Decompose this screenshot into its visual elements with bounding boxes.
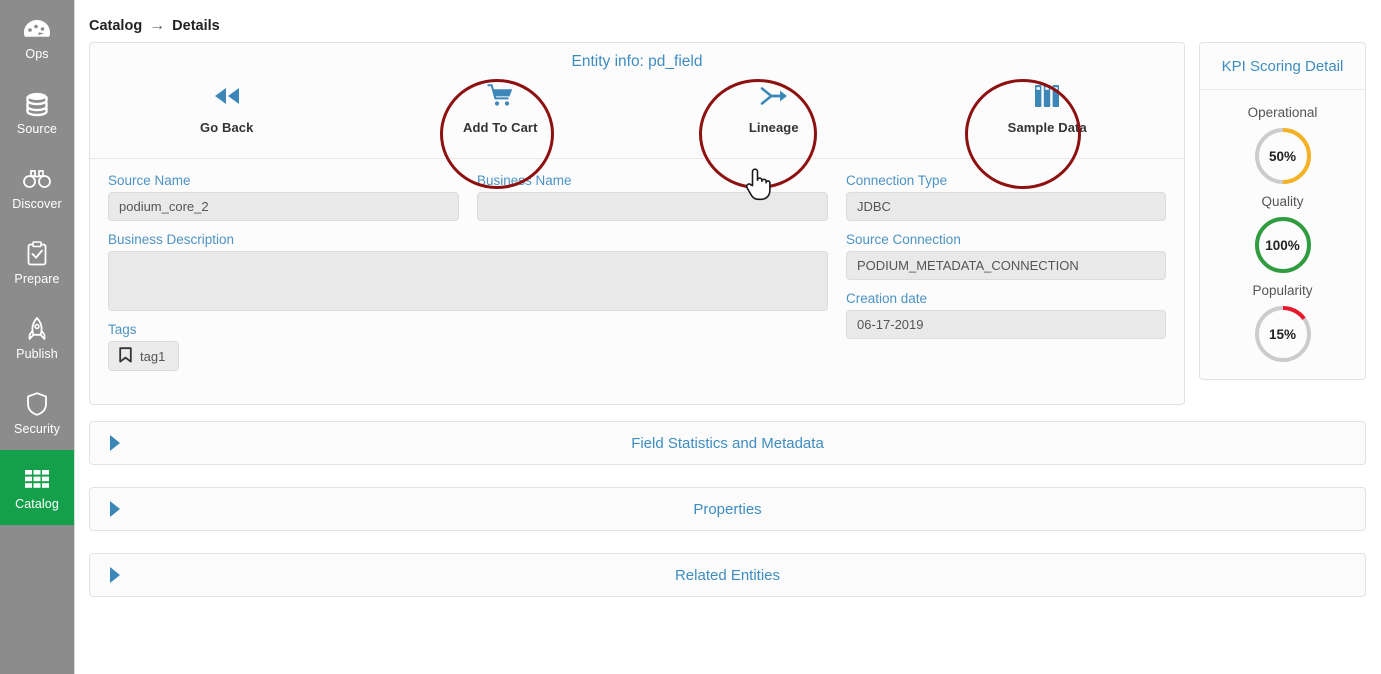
detail-row: Entity info: pd_field Go Back	[89, 42, 1367, 405]
action-label: Sample Data	[1008, 120, 1087, 135]
lineage-arrow-icon	[759, 79, 789, 113]
field-source-connection: Source Connection PODIUM_METADATA_CONNEC…	[846, 232, 1166, 280]
rewind-double-left-icon	[211, 79, 243, 113]
sidebar-item-label: Ops	[25, 47, 48, 61]
field-label: Creation date	[846, 291, 1166, 306]
entity-info-card: Entity info: pd_field Go Back	[89, 42, 1185, 405]
action-label: Lineage	[749, 120, 799, 135]
breadcrumb-separator-icon: →	[149, 17, 165, 35]
rocket-icon	[20, 314, 54, 344]
field-label: Connection Type	[846, 173, 1166, 188]
field-business-name: Business Name	[477, 173, 828, 221]
accordion-title: Properties	[90, 501, 1365, 518]
entity-title: Entity info: pd_field	[90, 53, 1184, 71]
accordion-title: Field Statistics and Metadata	[90, 435, 1365, 452]
kpi-panel-title: KPI Scoring Detail	[1200, 43, 1365, 90]
creation-date-input[interactable]: 06-17-2019	[846, 310, 1166, 339]
popularity-gauge: 15%	[1252, 303, 1314, 365]
field-source-name: Source Name podium_core_2	[108, 173, 459, 221]
field-label: Business Description	[108, 232, 828, 247]
add-to-cart-button[interactable]: Add To Cart	[364, 75, 638, 135]
binoculars-icon	[20, 164, 54, 194]
operational-gauge: 50%	[1252, 125, 1314, 187]
kpi-metric-value: 15%	[1252, 303, 1314, 365]
field-label: Source Connection	[846, 232, 1166, 247]
sidebar-item-label: Prepare	[14, 272, 59, 286]
breadcrumb-catalog[interactable]: Catalog	[89, 18, 142, 34]
bookmark-icon	[119, 347, 132, 366]
form-right-column: Connection Type JDBC Source Connection P…	[846, 173, 1166, 382]
app-root: Ops Source	[0, 0, 1381, 674]
tag-label: tag1	[140, 349, 165, 364]
field-tags: Tags tag1	[108, 322, 828, 371]
sidebar-item-label: Catalog	[15, 497, 59, 511]
sidebar-item-label: Source	[17, 122, 57, 136]
kpi-metric-list: Operational 50% Quality	[1200, 90, 1365, 379]
breadcrumb: Catalog → Details	[89, 0, 1367, 42]
shopping-cart-icon	[486, 79, 514, 113]
entity-action-toolbar: Go Back Add To Cart	[90, 75, 1184, 135]
tags-label: Tags	[108, 322, 828, 337]
go-back-button[interactable]: Go Back	[90, 75, 364, 135]
accordion-related-entities[interactable]: Related Entities	[89, 553, 1366, 597]
action-label: Add To Cart	[463, 120, 538, 135]
kpi-metric-popularity: Popularity 15%	[1200, 276, 1365, 365]
breadcrumb-details: Details	[172, 18, 220, 34]
kpi-metric-label: Quality	[1261, 194, 1303, 209]
kpi-metric-value: 50%	[1252, 125, 1314, 187]
dashboard-icon	[20, 14, 54, 44]
main-content: Catalog → Details Entity info: pd_field	[75, 0, 1381, 674]
sidebar-item-security[interactable]: Security	[0, 375, 74, 450]
source-connection-input[interactable]: PODIUM_METADATA_CONNECTION	[846, 251, 1166, 280]
entity-header: Entity info: pd_field Go Back	[90, 43, 1184, 159]
shield-icon	[20, 389, 54, 419]
accordion-field-statistics[interactable]: Field Statistics and Metadata	[89, 421, 1366, 465]
accordion-title: Related Entities	[90, 567, 1365, 584]
sidebar-item-label: Publish	[16, 347, 58, 361]
accordion-properties[interactable]: Properties	[89, 487, 1366, 531]
sample-data-button[interactable]: Sample Data	[911, 75, 1185, 135]
columns-bars-icon	[1033, 79, 1061, 113]
field-business-description: Business Description	[108, 232, 828, 311]
business-description-textarea[interactable]	[108, 251, 828, 311]
action-label: Go Back	[200, 120, 253, 135]
sidebar-item-catalog[interactable]: Catalog	[0, 450, 74, 525]
sidebar-item-source[interactable]: Source	[0, 75, 74, 150]
business-name-input[interactable]	[477, 192, 828, 221]
entity-form: Source Name podium_core_2 Business Name …	[90, 159, 1184, 404]
accordion-list: Field Statistics and Metadata Properties…	[89, 421, 1366, 597]
grid-icon	[20, 464, 54, 494]
clipboard-check-icon	[20, 239, 54, 269]
sidebar-item-discover[interactable]: Discover	[0, 150, 74, 225]
lineage-button[interactable]: Lineage	[637, 75, 911, 135]
kpi-metric-label: Operational	[1248, 105, 1318, 120]
kpi-metric-label: Popularity	[1252, 283, 1312, 298]
field-connection-type: Connection Type JDBC	[846, 173, 1166, 221]
primary-sidebar: Ops Source	[0, 0, 75, 674]
quality-gauge: 100%	[1252, 214, 1314, 276]
form-left-column: Source Name podium_core_2 Business Name …	[108, 173, 828, 382]
tag-chip[interactable]: tag1	[108, 341, 179, 371]
sidebar-item-label: Discover	[12, 197, 61, 211]
field-creation-date: Creation date 06-17-2019	[846, 291, 1166, 339]
sidebar-item-publish[interactable]: Publish	[0, 300, 74, 375]
kpi-metric-value: 100%	[1252, 214, 1314, 276]
sidebar-item-label: Security	[14, 422, 60, 436]
source-name-input[interactable]: podium_core_2	[108, 192, 459, 221]
database-icon	[20, 89, 54, 119]
field-label: Source Name	[108, 173, 459, 188]
kpi-scoring-panel: KPI Scoring Detail Operational 50%	[1199, 42, 1366, 380]
kpi-metric-quality: Quality 100%	[1200, 187, 1365, 276]
connection-type-input[interactable]: JDBC	[846, 192, 1166, 221]
sidebar-item-prepare[interactable]: Prepare	[0, 225, 74, 300]
sidebar-item-ops[interactable]: Ops	[0, 0, 74, 75]
kpi-metric-operational: Operational 50%	[1200, 98, 1365, 187]
field-label: Business Name	[477, 173, 828, 188]
